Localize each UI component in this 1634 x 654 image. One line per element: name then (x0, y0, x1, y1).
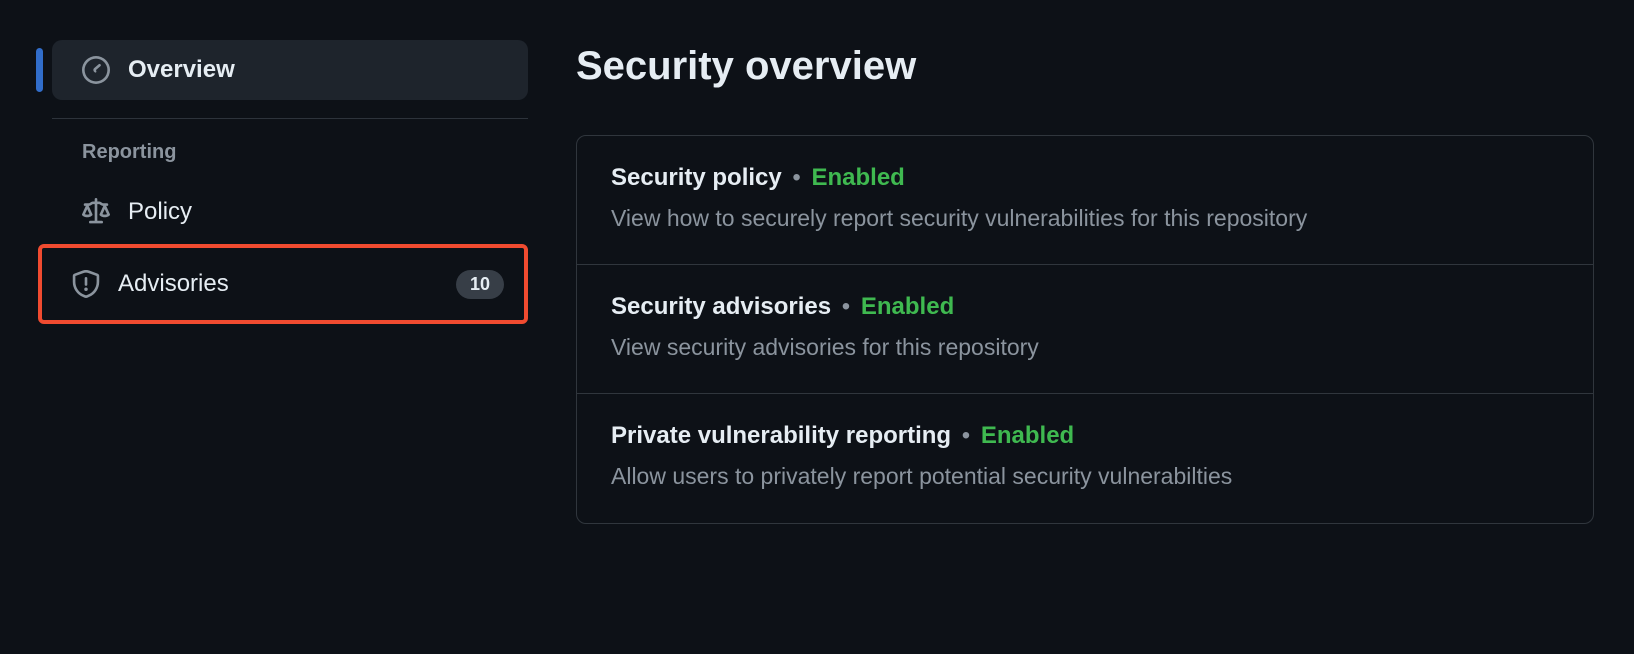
card-heading: Security advisories • Enabled (611, 293, 1559, 321)
law-icon (82, 198, 110, 226)
card-description: View how to securely report security vul… (611, 202, 1559, 234)
card-security-advisories[interactable]: Security advisories • Enabled View secur… (577, 265, 1593, 394)
status-badge: Enabled (811, 164, 904, 191)
separator-dot: • (792, 164, 807, 191)
card-title: Private vulnerability reporting (611, 422, 951, 449)
sidebar-divider (52, 118, 528, 119)
sidebar-item-policy[interactable]: Policy (52, 182, 528, 242)
card-title: Security advisories (611, 293, 831, 320)
status-badge: Enabled (981, 422, 1074, 449)
sidebar-item-overview[interactable]: Overview (52, 40, 528, 100)
shield-alert-icon (72, 270, 100, 298)
sidebar-item-label: Overview (128, 56, 508, 84)
security-sidebar: Overview Reporting Policy Advisories 10 (38, 40, 528, 524)
security-card-list: Security policy • Enabled View how to se… (576, 135, 1594, 524)
advisories-count-badge: 10 (456, 270, 504, 299)
card-private-vuln-reporting[interactable]: Private vulnerability reporting • Enable… (577, 394, 1593, 522)
card-heading: Private vulnerability reporting • Enable… (611, 422, 1559, 450)
card-title: Security policy (611, 164, 782, 191)
status-badge: Enabled (861, 293, 954, 320)
meter-icon (82, 56, 110, 84)
sidebar-heading-reporting: Reporting (52, 141, 528, 182)
sidebar-item-advisories[interactable]: Advisories 10 (42, 254, 524, 314)
separator-dot: • (962, 422, 977, 449)
main-content: Security overview Security policy • Enab… (576, 40, 1634, 524)
advisories-highlight: Advisories 10 (38, 244, 528, 324)
card-description: View security advisories for this reposi… (611, 331, 1559, 363)
sidebar-item-label: Policy (128, 198, 508, 226)
separator-dot: • (842, 293, 857, 320)
card-description: Allow users to privately report potentia… (611, 460, 1559, 492)
card-heading: Security policy • Enabled (611, 164, 1559, 192)
card-security-policy[interactable]: Security policy • Enabled View how to se… (577, 136, 1593, 265)
page-title: Security overview (576, 44, 1594, 89)
sidebar-item-label: Advisories (118, 270, 456, 298)
